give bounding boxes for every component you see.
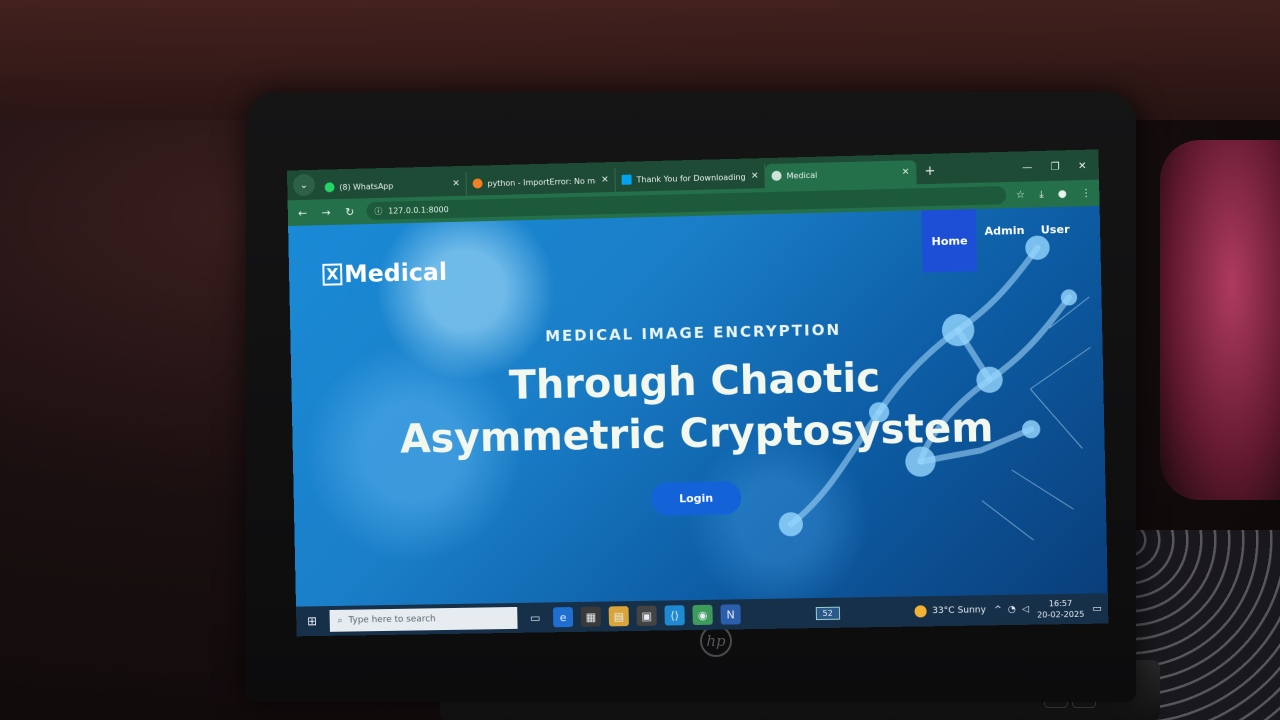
globe-icon (771, 170, 782, 181)
tab-title: python - ImportError: No modu (487, 175, 597, 188)
hero-subtitle: MEDICAL IMAGE ENCRYPTION (545, 320, 842, 346)
app-icon[interactable]: ▣ (636, 605, 657, 626)
nav-admin[interactable]: Admin (976, 208, 1033, 254)
close-window-icon[interactable]: ✕ (1078, 161, 1087, 172)
tab-search-chevron-icon[interactable]: ⌄ (292, 173, 315, 197)
back-arrow-icon[interactable]: ← (296, 206, 310, 219)
minimize-icon[interactable]: — (1022, 162, 1032, 173)
taskbar-search-input[interactable]: ⌕ Type here to search (329, 606, 518, 632)
stackoverflow-icon (472, 178, 483, 189)
pink-cloth (1160, 140, 1280, 500)
microsoft-icon (621, 174, 632, 185)
window-controls: — ❐ ✕ (1022, 160, 1099, 181)
wifi-icon[interactable]: ◔ (1008, 605, 1016, 615)
download-icon[interactable]: ⤓ (1039, 189, 1044, 200)
nav-user[interactable]: User (1032, 206, 1078, 251)
weather-widget[interactable]: 33°C Sunny (914, 604, 987, 618)
site-nav: Home Admin User (921, 206, 1079, 273)
vscode-icon[interactable]: ⟨⟩ (664, 605, 685, 626)
site-logo[interactable]: X Medical (322, 258, 447, 289)
profile-avatar-icon[interactable]: ● (1058, 188, 1067, 199)
store-icon[interactable]: ▦ (580, 606, 602, 627)
laptop-screen: ⌄ (8) WhatsApp ✕ python - ImportError: N… (286, 149, 1109, 637)
weather-text: 33°C Sunny (932, 605, 987, 617)
edge-icon[interactable]: e (552, 607, 574, 628)
sun-icon (914, 605, 928, 618)
notification-badge[interactable]: 52 (815, 606, 840, 620)
close-tab-icon[interactable]: ✕ (601, 175, 609, 185)
restore-icon[interactable]: ❐ (1051, 162, 1060, 173)
task-view-icon[interactable]: ▭ (525, 607, 545, 627)
close-tab-icon[interactable]: ✕ (902, 167, 910, 177)
nav-home[interactable]: Home (921, 208, 978, 273)
web-page: X Medical Home Admin User MEDICAL IMAGE … (288, 205, 1108, 607)
notifications-icon[interactable]: ▭ (1092, 603, 1102, 614)
logo-text: Medical (343, 257, 448, 289)
clock[interactable]: 16:57 20-02-2025 (1037, 598, 1085, 621)
url-text: 127.0.0.1:8000 (388, 204, 449, 216)
new-tab-plus-icon[interactable]: + (924, 164, 935, 179)
chevron-up-icon[interactable]: ^ (994, 605, 1002, 615)
whatsapp-icon (324, 182, 335, 193)
tab-title: (8) WhatsApp (339, 181, 394, 192)
bookmark-star-icon[interactable]: ☆ (1016, 189, 1025, 200)
reload-icon[interactable]: ↻ (343, 205, 357, 218)
close-tab-icon[interactable]: ✕ (452, 179, 460, 189)
search-icon: ⌕ (337, 615, 343, 626)
forward-arrow-icon[interactable]: → (319, 206, 333, 219)
search-placeholder: Type here to search (348, 614, 436, 626)
volume-icon[interactable]: ◁ (1022, 605, 1029, 615)
login-button[interactable]: Login (650, 481, 742, 516)
system-tray: ^ ◔ ◁ (994, 605, 1029, 616)
close-tab-icon[interactable]: ✕ (751, 171, 759, 181)
info-icon[interactable]: ⓘ (374, 205, 382, 216)
logo-mark-icon: X (322, 263, 343, 286)
date: 20-02-2025 (1037, 609, 1085, 620)
menu-kebab-icon[interactable]: ⋮ (1081, 187, 1091, 198)
chrome-icon[interactable]: ◉ (692, 604, 713, 626)
hero-section: MEDICAL IMAGE ENCRYPTION Through Chaotic… (290, 315, 1106, 523)
file-explorer-icon[interactable]: ▤ (608, 606, 629, 627)
app-n-icon[interactable]: N (720, 604, 741, 625)
tab-title: Medical (786, 170, 818, 181)
time: 16:57 (1048, 598, 1073, 609)
toolbar-actions: ☆ ⤓ ● ⋮ (1016, 187, 1091, 200)
hero-title: Through Chaotic Asymmetric Cryptosystem (291, 347, 1105, 468)
windows-start-icon[interactable]: ⊞ (302, 614, 322, 628)
tab-title: Thank You for Downloading Vi (636, 172, 747, 184)
